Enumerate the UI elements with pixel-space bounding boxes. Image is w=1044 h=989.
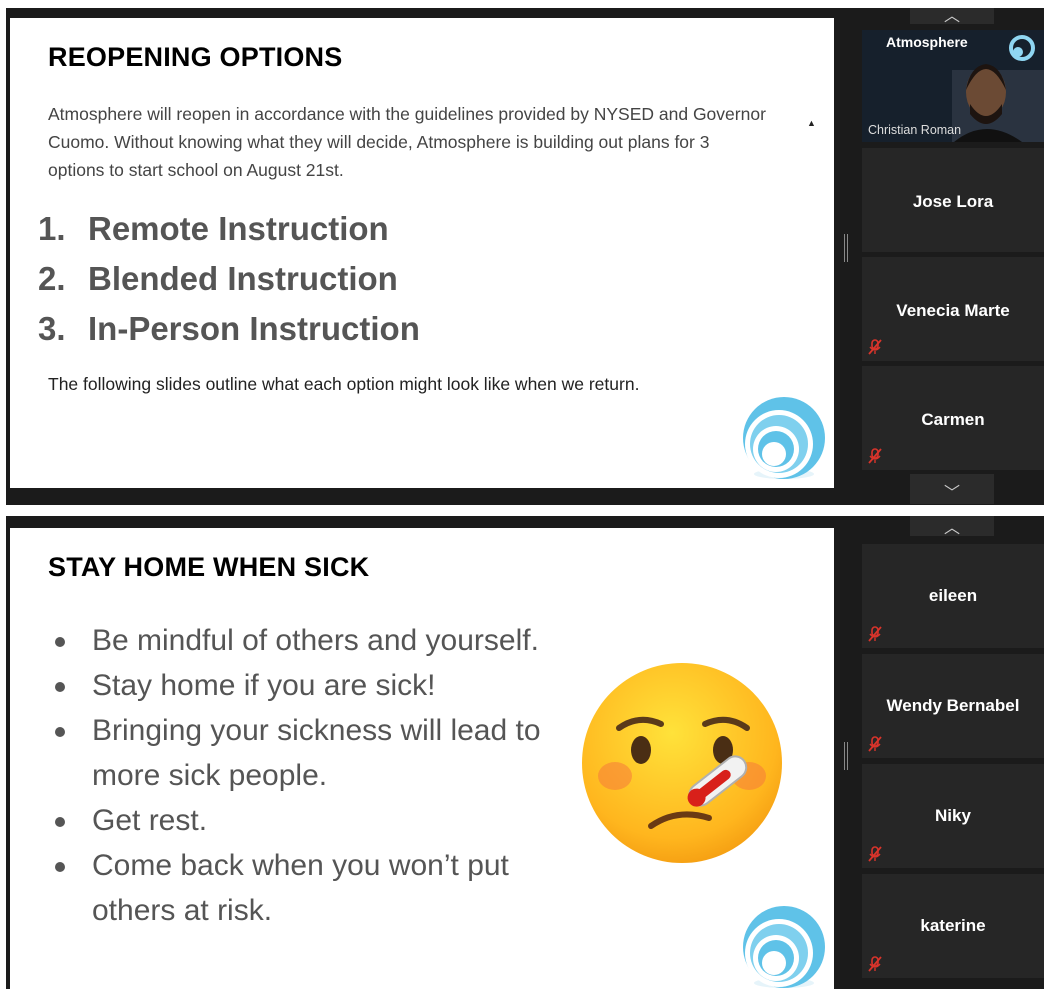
bullet-item: Be mindful of others and yourself.	[50, 618, 570, 663]
participant-tile[interactable]: katerine	[862, 874, 1044, 978]
participant-tile[interactable]: Wendy Bernabel	[862, 654, 1044, 758]
muted-mic-icon	[868, 956, 882, 972]
participant-name: Venecia Marte	[896, 301, 1010, 320]
participant-name: Carmen	[921, 410, 985, 429]
muted-mic-icon	[868, 339, 882, 355]
bullet-item: Bringing your sickness will lead to more…	[50, 708, 570, 798]
atmosphere-logo-icon	[738, 394, 828, 482]
atmosphere-logo-icon	[738, 903, 828, 989]
participant-tile[interactable]: Venecia Marte	[862, 257, 1044, 361]
bullet-item: Come back when you won’t put others at r…	[50, 843, 570, 933]
option-item: 3. In-Person Instruction	[38, 310, 420, 347]
participant-tile[interactable]: eileen	[862, 544, 1044, 648]
option-item: 1. Remote Instruction	[38, 210, 389, 247]
participant-tile[interactable]: Jose Lora	[862, 148, 1044, 252]
bullet-list: Be mindful of others and yourself. Stay …	[50, 618, 570, 933]
bullet-item: Stay home if you are sick!	[50, 663, 570, 708]
shared-slide-reopening: REOPENING OPTIONS Atmosphere will reopen…	[10, 18, 834, 488]
resize-handle[interactable]	[844, 234, 848, 262]
participant-gallery-top: Atmosphere Christian Roman Jose Lora Ven…	[862, 28, 1044, 470]
brand-watermark: Atmosphere	[886, 34, 968, 50]
resize-handle[interactable]	[844, 742, 848, 770]
participant-name: Niky	[935, 806, 971, 825]
participant-video-tile[interactable]: Atmosphere Christian Roman	[862, 30, 1044, 142]
muted-mic-icon	[868, 736, 882, 752]
muted-mic-icon	[868, 846, 882, 862]
slide-title: STAY HOME WHEN SICK	[48, 552, 370, 582]
bullet-item: Get rest.	[50, 798, 570, 843]
gallery-scroll-up-button[interactable]: ︿	[910, 516, 994, 537]
participant-name: katerine	[920, 916, 986, 935]
meeting-screen-share-bottom: STAY HOME WHEN SICK Be mindful of others…	[6, 516, 1044, 989]
slide-outro-text: The following slides outline what each o…	[48, 374, 640, 394]
muted-mic-icon	[868, 626, 882, 642]
sick-face-thermometer-icon	[582, 663, 782, 863]
participant-name: Wendy Bernabel	[886, 696, 1020, 715]
options-list: 1. Remote Instruction 2. Blended Instructi…	[38, 204, 420, 354]
option-item: 2. Blended Instruction	[38, 260, 398, 297]
slide-intro-text: Atmosphere will reopen in accordance wit…	[48, 104, 766, 180]
muted-mic-icon	[868, 448, 882, 464]
participant-name: Jose Lora	[912, 192, 994, 211]
participant-tile[interactable]: Carmen	[862, 366, 1044, 470]
participant-gallery-bottom: eileen Wendy Bernabel Niky katerine	[862, 542, 1044, 982]
slide-title: REOPENING OPTIONS	[48, 42, 343, 72]
shared-slide-stay-home: STAY HOME WHEN SICK Be mindful of others…	[10, 528, 834, 989]
mouse-cursor-icon: ▲	[807, 118, 816, 128]
meeting-screen-share-top: REOPENING OPTIONS Atmosphere will reopen…	[6, 8, 1044, 505]
participant-name: eileen	[928, 586, 978, 605]
participant-name-label: Christian Roman	[868, 123, 962, 137]
gallery-scroll-up-button[interactable]: ︿	[910, 8, 994, 25]
participant-tile[interactable]: Niky	[862, 764, 1044, 868]
gallery-scroll-down-button[interactable]: ﹀	[910, 474, 994, 504]
